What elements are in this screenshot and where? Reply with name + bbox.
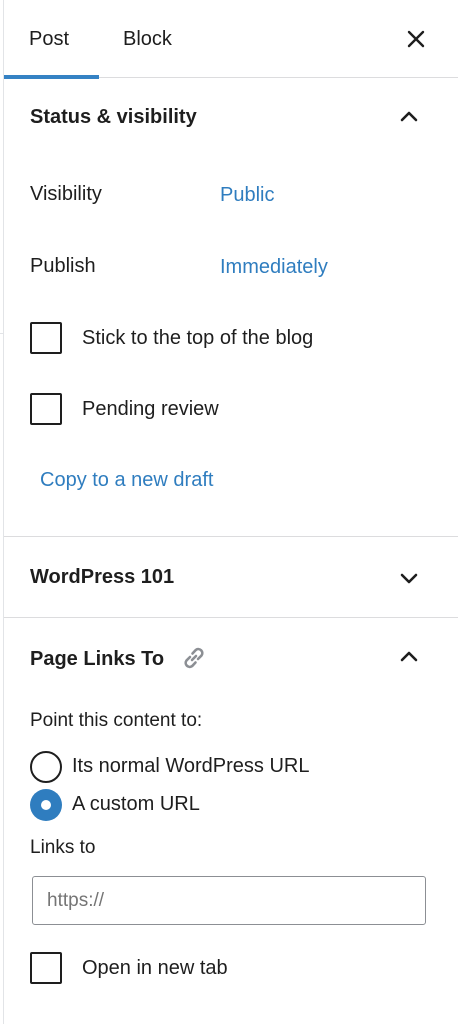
chevron-down-icon[interactable] [398, 567, 420, 589]
chevron-up-icon[interactable] [398, 106, 420, 128]
sticky-checkbox[interactable] [30, 322, 62, 354]
sticky-label[interactable]: Stick to the top of the blog [82, 327, 313, 350]
pending-review-checkbox[interactable] [30, 393, 62, 425]
radio-custom-url-label[interactable]: A custom URL [72, 793, 200, 816]
chevron-up-icon[interactable] [398, 646, 420, 668]
page-links-to-panel: Page Links To Point this content to: Its… [4, 619, 458, 1024]
radio-normal-url[interactable] [30, 751, 62, 783]
pending-review-label[interactable]: Pending review [82, 398, 219, 421]
tab-block[interactable]: Block [123, 0, 172, 78]
close-icon[interactable] [404, 27, 428, 51]
wordpress-101-panel: WordPress 101 [4, 538, 458, 618]
sidebar-tabs: Post Block [4, 0, 458, 79]
open-new-tab-checkbox[interactable] [30, 952, 62, 984]
tab-post-label: Post [29, 28, 70, 50]
visibility-label: Visibility [30, 183, 102, 205]
link-icon [184, 647, 204, 669]
wordpress-101-toggle[interactable]: WordPress 101 [30, 566, 174, 589]
copy-to-draft-link[interactable]: Copy to a new draft [40, 469, 213, 492]
point-content-label: Point this content to: [30, 710, 203, 731]
custom-url-input[interactable] [32, 876, 426, 925]
radio-custom-url[interactable] [30, 789, 62, 821]
radio-normal-url-label[interactable]: Its normal WordPress URL [72, 755, 309, 778]
status-visibility-toggle[interactable]: Status & visibility [30, 106, 197, 129]
status-visibility-panel: Status & visibility Visibility Public Pu… [4, 79, 458, 537]
page-links-to-toggle[interactable]: Page Links To [30, 648, 164, 671]
tab-post[interactable]: Post [4, 0, 99, 79]
tab-block-label: Block [123, 28, 172, 50]
links-to-label: Links to [30, 837, 96, 858]
visibility-value-link[interactable]: Public [220, 184, 274, 207]
publish-date-link[interactable]: Immediately [220, 256, 328, 279]
publish-label: Publish [30, 255, 96, 277]
open-new-tab-label[interactable]: Open in new tab [82, 957, 228, 980]
